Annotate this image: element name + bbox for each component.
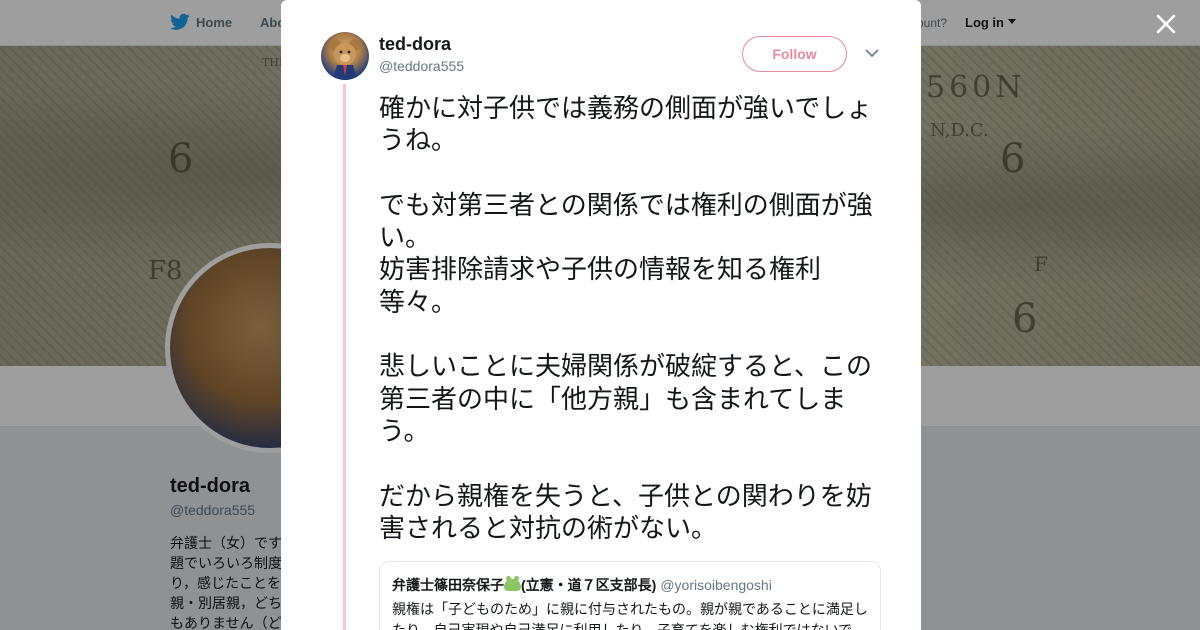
tweet-paragraph: 確かに対子供では義務の側面が強いでしょうね。 — [379, 94, 873, 157]
tweet-paragraph: でも対第三者との関係では権利の側面が強い。 — [379, 190, 873, 254]
chevron-down-icon[interactable] — [865, 48, 879, 58]
quoted-author-name-part2: (立憲・道７区支部長) — [521, 577, 657, 593]
quoted-author-name: 弁護士篠田奈保子 (立憲・道７区支部長) — [392, 576, 657, 593]
close-icon[interactable] — [1152, 10, 1180, 38]
quoted-tweet-header: 弁護士篠田奈保子 (立憲・道７区支部長) @yorisoibengoshi — [392, 575, 868, 595]
quoted-author-name-part1: 弁護士篠田奈保子 — [392, 577, 504, 593]
author-name[interactable]: ted-dora — [379, 34, 451, 55]
author-handle[interactable]: @teddora555 — [379, 58, 464, 74]
tweet-text: 確かに対子供では義務の側面が強いでしょうね。 でも対第三者との関係では権利の側面… — [379, 93, 889, 545]
thread-connector-line — [343, 84, 346, 630]
frog-emoji-icon — [504, 576, 521, 591]
tweet-paragraph: 妨害排除請求や子供の情報を知る権利等々。 — [379, 255, 822, 318]
follow-button[interactable]: Follow — [742, 36, 847, 72]
teddy-bear-icon — [329, 39, 361, 80]
quoted-tweet-card[interactable]: 弁護士篠田奈保子 (立憲・道７区支部長) @yorisoibengoshi 親権は「… — [379, 561, 881, 630]
tweet-paragraph: だから親権を失うと、子供との関わりを妨害されると対抗の術がない。 — [379, 481, 872, 544]
tweet-modal: ted-dora @teddora555 Follow 確かに対子供では義務の側… — [281, 0, 921, 630]
quoted-author-handle: @yorisoibengoshi — [660, 577, 772, 593]
author-avatar[interactable] — [321, 32, 369, 80]
quoted-tweet-text: 親権は「子どものため」に親に付与されたもの。親が親であることに満足したり、自己実… — [392, 601, 868, 630]
tweet-paragraph: 悲しいことに夫婦関係が破綻すると、この第三者の中に「他方親」も含まれてしまう。 — [379, 352, 872, 447]
